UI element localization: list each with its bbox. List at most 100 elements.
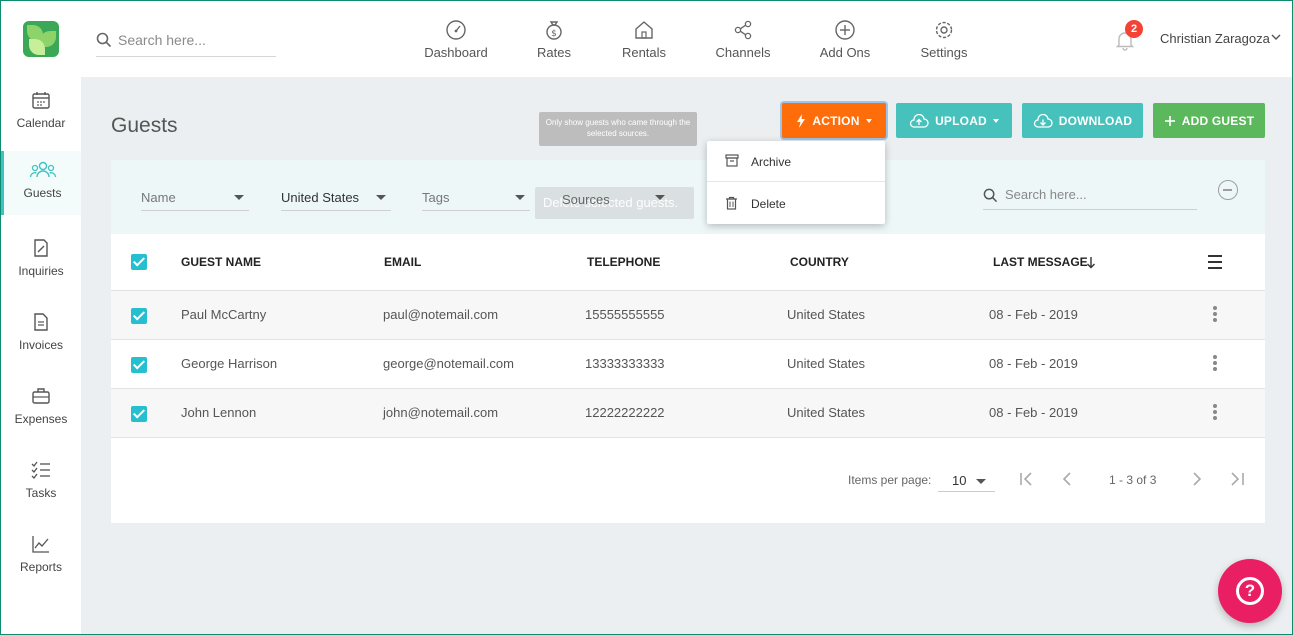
cell-last-message: 08 - Feb - 2019 bbox=[989, 405, 1078, 420]
nav-settings-label: Settings bbox=[920, 45, 968, 60]
next-page-icon[interactable] bbox=[1191, 471, 1203, 487]
row-checkbox[interactable] bbox=[131, 308, 147, 324]
add-guest-button-label: ADD GUEST bbox=[1181, 113, 1255, 128]
chevron-down-icon[interactable] bbox=[1271, 34, 1281, 41]
sources-filter-label: Sources bbox=[562, 192, 610, 207]
caret-down-icon bbox=[515, 195, 525, 200]
sidebar-item-expenses[interactable]: Expenses bbox=[1, 377, 81, 441]
trash-icon bbox=[726, 196, 737, 210]
page-title: Guests bbox=[111, 114, 178, 137]
more-vertical-icon[interactable] bbox=[1213, 355, 1217, 371]
caret-down-icon bbox=[865, 118, 872, 123]
table-row[interactable]: Paul McCartny paul@notemail.com 15555555… bbox=[111, 291, 1265, 340]
upload-button[interactable]: UPLOAD bbox=[896, 103, 1012, 138]
nav-add-ons-label: Add Ons bbox=[819, 45, 871, 60]
first-page-icon[interactable] bbox=[1018, 471, 1036, 487]
edit-note-icon bbox=[34, 239, 48, 257]
country-filter-value: United States bbox=[281, 190, 360, 205]
sidebar-item-label: Expenses bbox=[14, 412, 68, 426]
cell-guest-name: John Lennon bbox=[181, 405, 257, 420]
search-icon bbox=[983, 188, 998, 203]
checklist-icon bbox=[31, 461, 50, 479]
people-icon bbox=[29, 161, 56, 178]
menu-item-archive[interactable]: Archive bbox=[707, 141, 885, 182]
app-logo[interactable] bbox=[23, 21, 59, 57]
nav-channels-label: Channels bbox=[715, 45, 771, 60]
lightning-icon bbox=[797, 113, 806, 128]
name-filter[interactable]: Name bbox=[141, 184, 249, 211]
sidebar-item-label: Tasks bbox=[25, 486, 57, 500]
country-filter[interactable]: United States bbox=[281, 184, 391, 211]
nav-settings[interactable]: Settings bbox=[916, 19, 972, 65]
column-header-last-message[interactable]: LAST MESSAGE bbox=[993, 255, 1088, 269]
add-guest-button[interactable]: ADD GUEST bbox=[1153, 103, 1265, 138]
table-search-input[interactable]: Search here... bbox=[1005, 187, 1087, 202]
notification-badge: 2 bbox=[1125, 20, 1143, 38]
cell-country: United States bbox=[787, 405, 866, 420]
arrow-down-icon[interactable] bbox=[1086, 256, 1096, 269]
trend-icon bbox=[32, 536, 49, 553]
global-search[interactable]: Search here... bbox=[96, 27, 276, 57]
column-header-country[interactable]: COUNTRY bbox=[790, 255, 849, 269]
select-all-checkbox[interactable] bbox=[131, 254, 147, 270]
row-checkbox[interactable] bbox=[131, 357, 147, 373]
cell-country: United States bbox=[787, 307, 866, 322]
tags-filter[interactable]: Tags bbox=[422, 184, 530, 211]
user-menu[interactable]: Christian Zaragoza bbox=[1160, 31, 1270, 46]
briefcase-icon bbox=[32, 388, 50, 404]
gear-icon bbox=[935, 21, 953, 39]
document-icon bbox=[34, 313, 48, 331]
more-vertical-icon[interactable] bbox=[1213, 306, 1217, 322]
more-vertical-icon[interactable] bbox=[1213, 404, 1217, 420]
sidebar-item-guests[interactable]: Guests bbox=[1, 151, 81, 215]
row-checkbox[interactable] bbox=[131, 406, 147, 422]
filter-bar: Name United States Tags Delete selected … bbox=[111, 160, 1265, 234]
plus-circle-icon bbox=[835, 20, 855, 40]
column-header-email[interactable]: EMAIL bbox=[384, 255, 421, 269]
cell-telephone: 12222222222 bbox=[585, 405, 665, 420]
menu-icon[interactable] bbox=[1208, 255, 1222, 273]
items-per-page-label: Items per page: bbox=[848, 473, 932, 487]
sources-filter[interactable]: Sources bbox=[562, 184, 670, 211]
gauge-icon bbox=[446, 20, 466, 40]
global-search-input[interactable]: Search here... bbox=[118, 32, 206, 48]
menu-item-archive-label: Archive bbox=[751, 155, 792, 169]
items-per-page-select[interactable]: 10 bbox=[938, 466, 995, 492]
last-page-icon[interactable] bbox=[1228, 471, 1246, 487]
table-row[interactable]: George Harrison george@notemail.com 1333… bbox=[111, 340, 1265, 389]
nav-dashboard[interactable]: Dashboard bbox=[423, 19, 489, 65]
nav-channels[interactable]: Channels bbox=[713, 19, 773, 65]
minus-circle-icon[interactable] bbox=[1218, 180, 1238, 200]
column-header-guest-name[interactable]: GUEST NAME bbox=[181, 255, 261, 269]
cell-telephone: 13333333333 bbox=[585, 356, 665, 371]
search-icon bbox=[96, 32, 112, 48]
nav-rentals[interactable]: Rentals bbox=[619, 19, 669, 65]
previous-page-icon[interactable] bbox=[1061, 471, 1073, 487]
sidebar-item-label: Invoices bbox=[18, 338, 64, 352]
caret-down-icon bbox=[376, 195, 386, 200]
caret-down-icon bbox=[976, 479, 986, 484]
nav-rates[interactable]: $ Rates bbox=[531, 19, 577, 65]
column-header-telephone[interactable]: TELEPHONE bbox=[587, 255, 660, 269]
sidebar-item-inquiries[interactable]: Inquiries bbox=[1, 229, 81, 293]
sidebar-item-calendar[interactable]: Calendar bbox=[1, 81, 81, 145]
cell-email: paul@notemail.com bbox=[383, 307, 499, 322]
table-row[interactable]: John Lennon john@notemail.com 1222222222… bbox=[111, 389, 1265, 438]
table-search[interactable]: Search here... bbox=[983, 182, 1197, 210]
caret-down-icon bbox=[655, 195, 665, 200]
action-button[interactable]: ACTION bbox=[782, 103, 886, 138]
sidebar-item-reports[interactable]: Reports bbox=[1, 525, 81, 589]
cloud-download-icon bbox=[1033, 113, 1053, 128]
sidebar-item-tasks[interactable]: Tasks bbox=[1, 451, 81, 515]
download-button[interactable]: DOWNLOAD bbox=[1022, 103, 1143, 138]
sidebar-item-invoices[interactable]: Invoices bbox=[1, 303, 81, 367]
tags-filter-label: Tags bbox=[422, 190, 450, 205]
sidebar-item-label: Reports bbox=[19, 560, 63, 574]
help-button[interactable]: ? bbox=[1218, 559, 1282, 623]
cell-telephone: 15555555555 bbox=[585, 307, 665, 322]
nav-add-ons[interactable]: Add Ons bbox=[817, 19, 873, 65]
page-range: 1 - 3 of 3 bbox=[1109, 473, 1157, 487]
menu-item-delete[interactable]: Delete bbox=[707, 183, 885, 224]
paginator: Items per page: 10 1 - 3 of 3 bbox=[111, 460, 1265, 500]
sources-tooltip: Only show guests who came through the se… bbox=[539, 112, 697, 146]
